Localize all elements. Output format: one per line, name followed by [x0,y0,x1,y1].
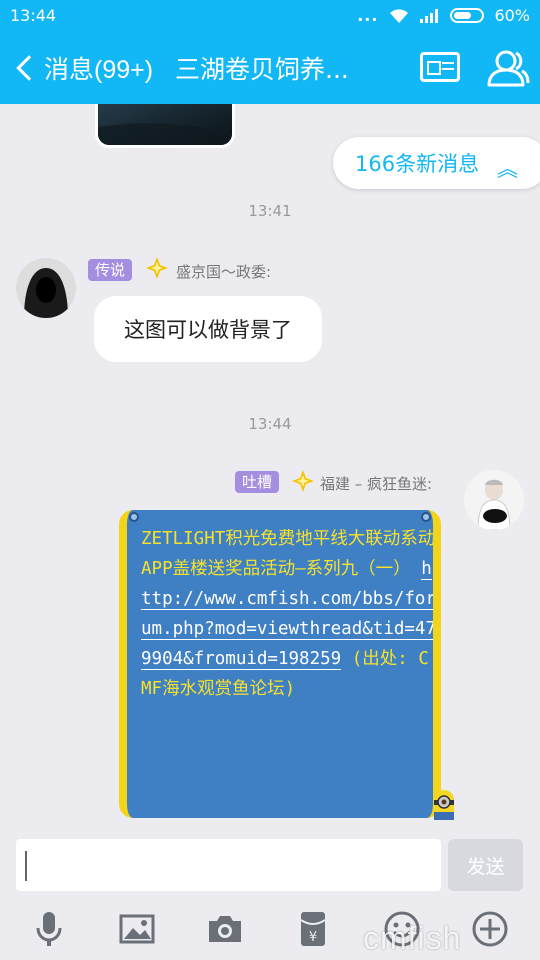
member-title-badge: 传说 [88,259,133,281]
member-title-badge: 吐槽 [235,471,280,493]
plus-icon[interactable] [471,910,509,948]
more-dots: ... [357,6,379,25]
text-cursor [25,851,27,881]
microphone-icon[interactable] [30,910,68,948]
previous-image-message[interactable] [95,104,235,148]
card-content: ZETLIGHT积光免费地平线大联动系动APP盖楼送奖品活动—系列九（一） ht… [141,524,436,704]
message-input-bar: 发送 [0,830,540,900]
avatar[interactable] [16,258,76,318]
chat-area[interactable]: 166条新消息 ︽ 13:41 传说 盛京国〜政委: 这图可以做背景了 13:4… [0,104,540,830]
back-label: 消息(99+) [44,56,154,84]
red-packet-icon[interactable]: ¥ [294,910,332,948]
message-text: 这图可以做背景了 [124,318,292,342]
double-chevron-up-icon: ︽ [497,157,518,181]
title-bar: 消息(99+) 三湖卷贝饲养... [0,32,540,104]
status-time: 13:44 [10,6,57,25]
battery-level: 60% [494,6,530,25]
level-star-icon [146,257,168,279]
svg-text:¥: ¥ [309,930,317,945]
back-button[interactable]: 消息(99+) [12,48,162,88]
shared-link-card[interactable]: ZETLIGHT积光免费地平线大联动系动APP盖楼送奖品活动—系列九（一） ht… [119,510,441,818]
pin-decoration [129,512,139,522]
new-messages-label: 166条新消息 [355,152,480,176]
status-bar: 13:44 ... 60% [0,0,540,32]
status-icons: ... 60% [357,6,530,25]
message-bubble[interactable]: 这图可以做背景了 [94,296,322,362]
image-icon[interactable] [118,910,156,948]
chevron-left-icon [16,55,42,81]
send-button[interactable]: 发送 [448,839,523,891]
profile-card-icon[interactable] [420,52,460,82]
cell-signal-icon [420,8,439,23]
pin-decoration [421,512,431,522]
level-star-icon [292,470,314,492]
new-messages-pill[interactable]: 166条新消息 ︽ [333,137,540,189]
message-timestamp: 13:41 [248,202,292,220]
minion-sticker-icon [434,790,454,820]
camera-icon[interactable] [206,910,244,948]
sender-name: 福建 – 疯狂鱼迷: [320,475,433,493]
watermark: cmfish [363,920,462,956]
message-input[interactable] [16,839,441,891]
message-timestamp: 13:44 [248,415,292,433]
avatar[interactable] [464,470,524,530]
wifi-icon [390,8,409,23]
battery-icon [450,8,485,23]
chat-title: 三湖卷贝饲养... [175,55,349,84]
card-title: ZETLIGHT积光免费地平线大联动系动APP盖楼送奖品活动—系列九（一） [141,529,436,579]
sender-name: 盛京国〜政委: [176,263,272,281]
group-members-icon[interactable] [486,48,530,88]
